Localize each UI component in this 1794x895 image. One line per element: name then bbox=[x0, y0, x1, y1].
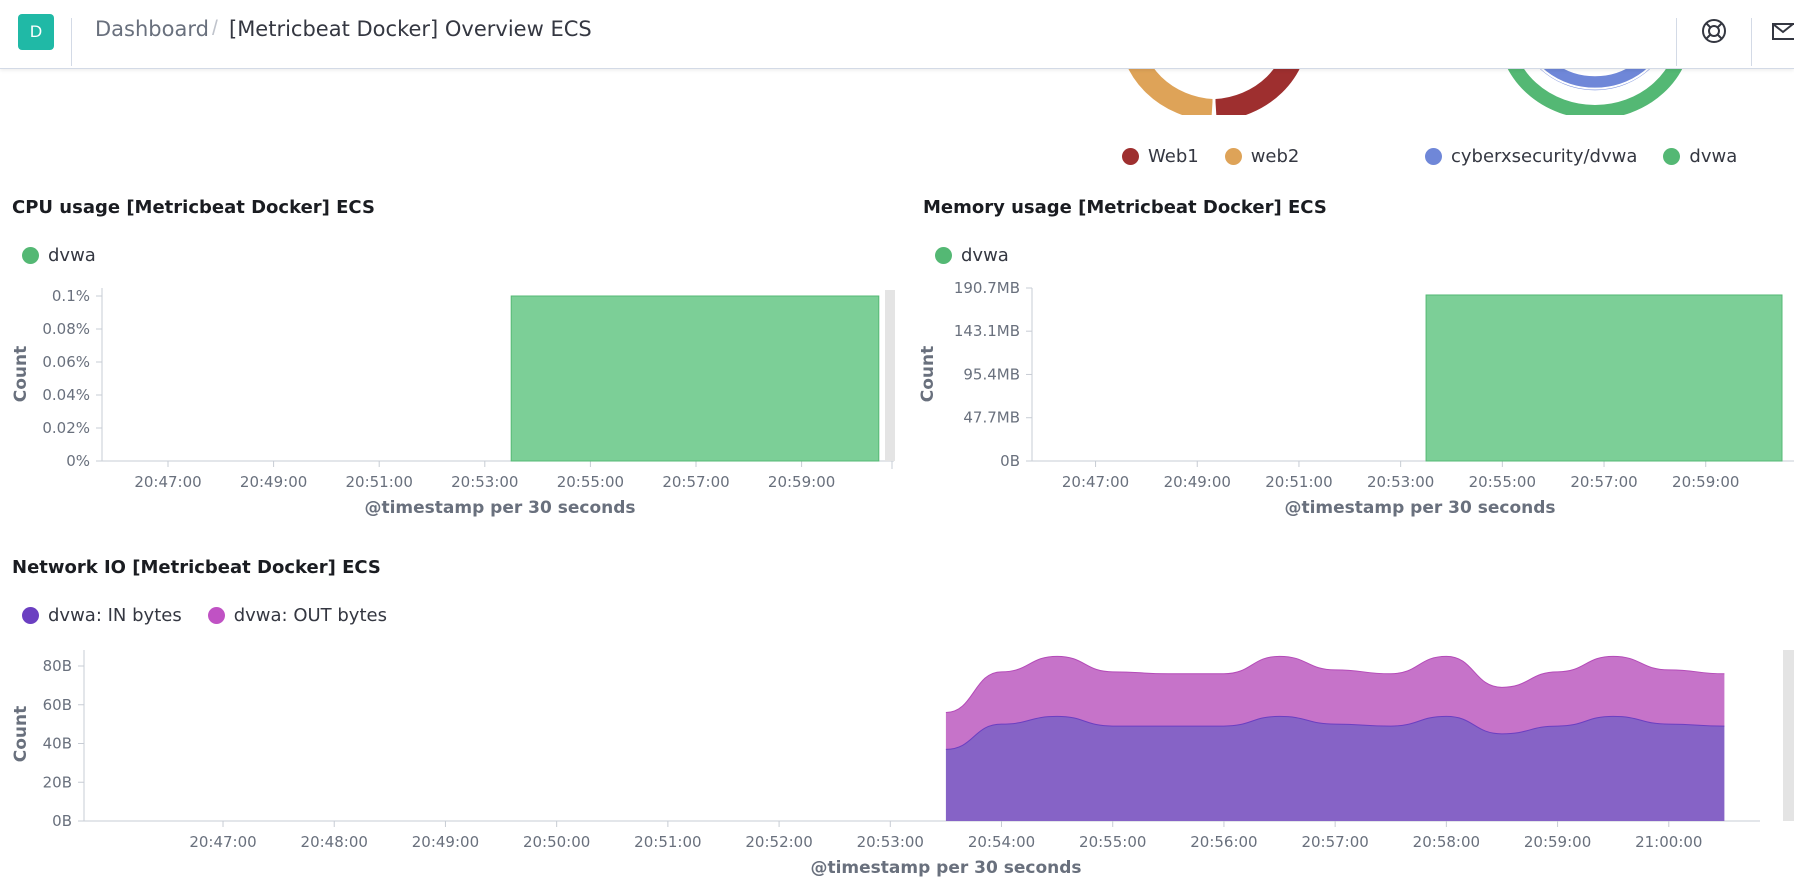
x-tick-label: 20:52:00 bbox=[745, 833, 812, 851]
y-tick-label: 20B bbox=[43, 773, 72, 791]
x-tick-label: 20:47:00 bbox=[134, 473, 201, 491]
top-header: D Dashboard / [Metricbeat Docker] Overvi… bbox=[0, 0, 1794, 69]
legend-item-web2[interactable]: web2 bbox=[1224, 146, 1299, 167]
legend-dot bbox=[22, 607, 39, 624]
x-tick-label: 20:57:00 bbox=[662, 473, 729, 491]
x-tick-label: 20:59:00 bbox=[768, 473, 835, 491]
x-tick-label: 20:59:00 bbox=[1524, 833, 1591, 851]
x-axis-title: @timestamp per 30 seconds bbox=[364, 498, 635, 518]
breadcrumb-current: [Metricbeat Docker] Overview ECS bbox=[229, 17, 592, 41]
cpu-panel-title: CPU usage [Metricbeat Docker] ECS bbox=[12, 197, 375, 218]
x-tick-label: 20:49:00 bbox=[412, 833, 479, 851]
x-tick-label: 20:55:00 bbox=[557, 473, 624, 491]
x-tick-label: 20:53:00 bbox=[857, 833, 924, 851]
x-tick-label: 20:59:00 bbox=[1672, 473, 1739, 491]
y-tick-label: 0.08% bbox=[42, 320, 90, 338]
y-axis-title: Count bbox=[918, 346, 938, 403]
y-tick-label: 190.7MB bbox=[954, 279, 1020, 297]
x-tick-label: 20:57:00 bbox=[1570, 473, 1637, 491]
memory-legend: dvwa bbox=[935, 245, 1035, 266]
cpu-legend: dvwa bbox=[22, 245, 122, 266]
legend-item-dvwa-out-bytes[interactable]: dvwa: OUT bytes bbox=[207, 605, 387, 626]
x-tick-label: 21:00:00 bbox=[1635, 833, 1702, 851]
y-tick-label: 0B bbox=[1000, 452, 1020, 470]
x-tick-label: 20:49:00 bbox=[1164, 473, 1231, 491]
legend-dot bbox=[1663, 148, 1681, 165]
y-tick-label: 40B bbox=[43, 735, 72, 753]
y-tick-label: 47.7MB bbox=[963, 409, 1020, 427]
y-axis-title: Count bbox=[11, 706, 31, 763]
x-tick-label: 20:48:00 bbox=[301, 833, 368, 851]
y-tick-label: 0.06% bbox=[42, 353, 90, 371]
x-tick-label: 20:51:00 bbox=[346, 473, 413, 491]
legend-dot bbox=[935, 247, 952, 264]
network-legend: dvwa: IN bytes dvwa: OUT bytes bbox=[22, 605, 413, 626]
x-tick-label: 20:55:00 bbox=[1079, 833, 1146, 851]
breadcrumb-separator: / bbox=[212, 17, 218, 40]
x-tick-label: 20:55:00 bbox=[1469, 473, 1536, 491]
y-tick-label: 0.02% bbox=[42, 419, 90, 437]
donut-legend-right: cyberxsecurity/dvwa dvwa bbox=[1425, 146, 1763, 167]
x-tick-label: 20:47:00 bbox=[1062, 473, 1129, 491]
legend-dot bbox=[1425, 148, 1442, 165]
legend-item-dvwa-in-bytes[interactable]: dvwa: IN bytes bbox=[22, 605, 182, 626]
help-icon[interactable] bbox=[1701, 18, 1727, 49]
x-tick-label: 20:58:00 bbox=[1413, 833, 1480, 851]
donut-legend-left: Web1 web2 bbox=[1122, 146, 1325, 167]
memory-panel-title: Memory usage [Metricbeat Docker] ECS bbox=[923, 197, 1327, 218]
legend-item-web1[interactable]: Web1 bbox=[1122, 146, 1199, 167]
mail-icon[interactable] bbox=[1772, 20, 1794, 47]
legend-item-dvwa[interactable]: dvwa bbox=[935, 245, 1009, 266]
x-tick-label: 20:49:00 bbox=[240, 473, 307, 491]
y-tick-label: 143.1MB bbox=[954, 322, 1020, 340]
y-tick-label: 0% bbox=[66, 452, 90, 470]
x-tick-label: 20:56:00 bbox=[1190, 833, 1257, 851]
breadcrumb-dashboard[interactable]: Dashboard bbox=[95, 17, 209, 41]
y-tick-label: 80B bbox=[43, 657, 72, 675]
x-tick-label: 20:51:00 bbox=[634, 833, 701, 851]
network-chart: 0B 20B 40B 60B 80B 20:47:00 20:48:00 20:49:00 20… bbox=[11, 650, 1794, 878]
y-tick-label: 0B bbox=[52, 812, 72, 830]
x-tick-label: 20:50:00 bbox=[523, 833, 590, 851]
x-tick-label: 20:53:00 bbox=[451, 473, 518, 491]
area-dvwa-in-bytes bbox=[945, 716, 1725, 821]
legend-dot bbox=[207, 607, 225, 624]
bar-dvwa bbox=[1425, 294, 1783, 462]
cpu-chart: 0% 0.02% 0.04% 0.06% 0.08% 0.1% 20:47:00 20:49:… bbox=[11, 287, 895, 518]
legend-dot bbox=[22, 247, 39, 264]
memory-chart: 0B 47.7MB 95.4MB 143.1MB 190.7MB 20:47:00 20:4… bbox=[918, 279, 1794, 518]
x-tick-label: 20:57:00 bbox=[1301, 833, 1368, 851]
legend-item-cyberxsecurity-dvwa[interactable]: cyberxsecurity/dvwa bbox=[1425, 146, 1637, 167]
x-tick-label: 20:54:00 bbox=[968, 833, 1035, 851]
x-axis-title: @timestamp per 30 seconds bbox=[810, 858, 1081, 878]
x-tick-label: 20:53:00 bbox=[1367, 473, 1434, 491]
y-tick-label: 60B bbox=[43, 696, 72, 714]
header-divider bbox=[71, 18, 72, 66]
y-tick-label: 95.4MB bbox=[963, 365, 1020, 383]
bar-dvwa bbox=[510, 295, 880, 462]
chart-scrollbar bbox=[885, 290, 895, 461]
user-avatar[interactable]: D bbox=[18, 14, 54, 50]
legend-dot bbox=[1224, 148, 1242, 165]
y-axis-title: Count bbox=[11, 346, 31, 403]
chart-scrollbar bbox=[1783, 650, 1794, 821]
y-tick-label: 0.04% bbox=[42, 386, 90, 404]
legend-dot bbox=[1122, 148, 1139, 165]
header-divider-right bbox=[1676, 18, 1677, 66]
y-tick-label: 0.1% bbox=[52, 287, 90, 305]
x-axis-title: @timestamp per 30 seconds bbox=[1284, 498, 1555, 518]
header-divider-right-2 bbox=[1751, 18, 1752, 66]
legend-item-dvwa[interactable]: dvwa bbox=[1663, 146, 1737, 167]
legend-item-dvwa[interactable]: dvwa bbox=[22, 245, 96, 266]
network-panel-title: Network IO [Metricbeat Docker] ECS bbox=[12, 557, 381, 578]
x-tick-label: 20:51:00 bbox=[1265, 473, 1332, 491]
x-tick-label: 20:47:00 bbox=[189, 833, 256, 851]
